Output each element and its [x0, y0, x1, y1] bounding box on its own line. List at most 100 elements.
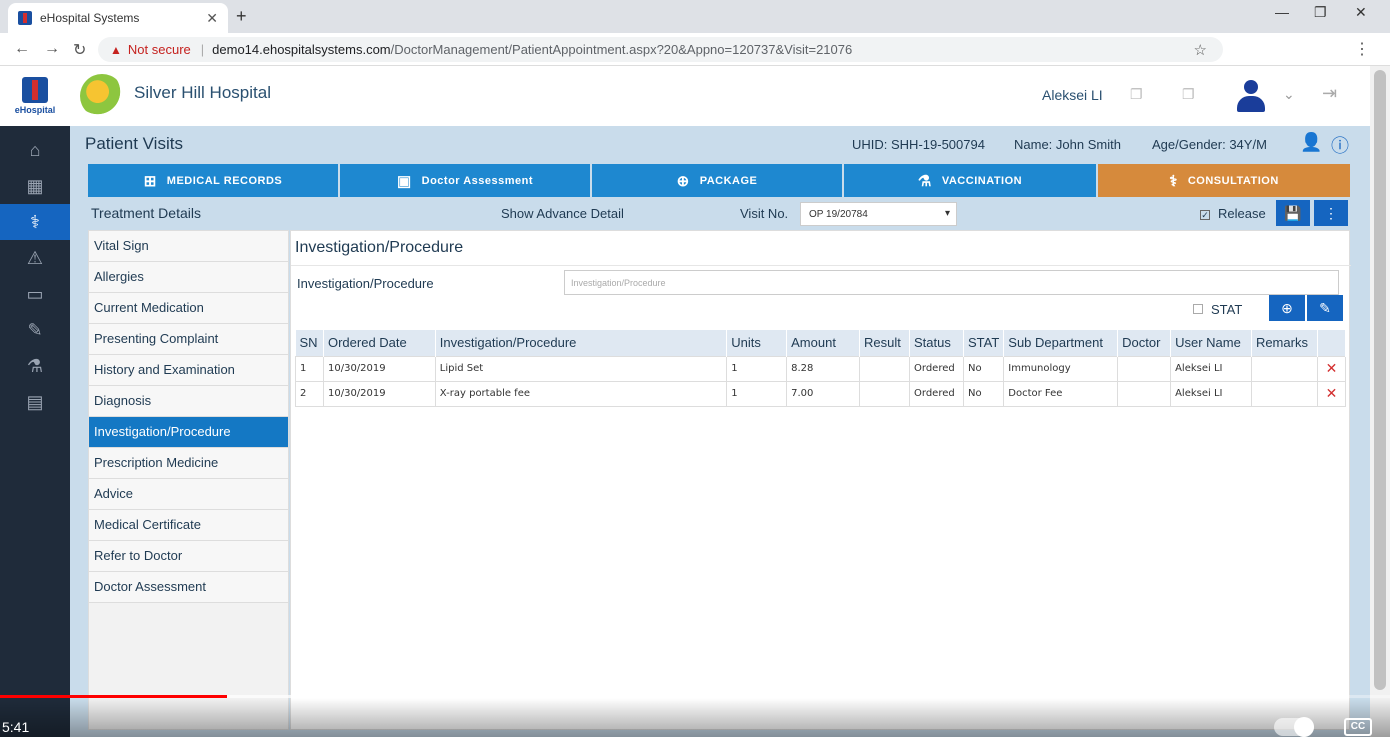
table-cell: Ordered	[909, 380, 964, 407]
copy-icon[interactable]: ❐	[1182, 86, 1195, 103]
side-item[interactable]: Allergies	[89, 262, 288, 293]
column-header[interactable]: Investigation/Procedure	[435, 330, 728, 356]
bed-icon[interactable]: ▭	[0, 276, 70, 312]
minimize-icon[interactable]: —	[1275, 4, 1289, 20]
close-tab-icon[interactable]: ✕	[206, 10, 218, 27]
table-cell: 1	[295, 355, 324, 382]
column-header[interactable]: Status	[909, 330, 964, 356]
hospital-name: Silver Hill Hospital	[134, 83, 271, 102]
stat-checkbox[interactable]: STAT	[1193, 302, 1242, 317]
tab-medical-records[interactable]: ⊞ MEDICAL RECORDS	[88, 164, 340, 197]
side-item[interactable]: Presenting Complaint	[89, 324, 288, 355]
browser-tab[interactable]: eHospital Systems ✕	[8, 3, 228, 33]
column-header[interactable]: Amount	[786, 330, 861, 356]
assessment-icon: ▣	[396, 172, 412, 190]
back-icon[interactable]: ←	[14, 40, 30, 58]
table-cell: 1	[726, 355, 788, 382]
chevron-down-icon[interactable]: ⌄	[1283, 86, 1295, 103]
tab-doctor-assessment[interactable]: ▣ Doctor Assessment	[340, 164, 592, 197]
side-item[interactable]: Refer to Doctor	[89, 541, 288, 572]
syringe-icon[interactable]: ✎	[0, 312, 70, 348]
app: eHospital ⌂ ▦ ⚕ ⚠ ▭ ✎ ⚗ ▤ Silver Hill Ho…	[0, 66, 1390, 737]
side-item[interactable]: Doctor Assessment	[89, 572, 288, 603]
avatar[interactable]	[1236, 80, 1266, 114]
home-icon[interactable]: ⌂	[0, 132, 70, 168]
table-cell: 10/30/2019	[322, 355, 436, 382]
clear-button[interactable]: ✎	[1307, 295, 1343, 321]
column-header[interactable]: Sub Department	[1003, 330, 1119, 356]
column-header[interactable]	[1317, 330, 1347, 356]
logout-icon[interactable]: ⇥	[1322, 83, 1337, 104]
investigation-table: SN Ordered Date Investigation/Procedure Uni…	[295, 330, 1347, 407]
column-header[interactable]: Ordered Date	[323, 330, 436, 356]
column-header[interactable]: STAT	[963, 330, 1005, 356]
table-cell	[1250, 355, 1318, 382]
table-cell	[859, 380, 911, 407]
ehospital-logo[interactable]: eHospital	[0, 66, 70, 126]
info-icon[interactable]: ⓘ	[1331, 132, 1349, 158]
section-title: Investigation/Procedure	[295, 239, 464, 256]
new-tab-icon[interactable]: +	[236, 6, 247, 27]
patient-icon[interactable]: 👤	[1300, 132, 1322, 153]
delete-cell[interactable]: ✕	[1316, 380, 1347, 407]
tab-package[interactable]: ⊕ PACKAGE	[592, 164, 844, 197]
tab-consultation[interactable]: ⚕ CONSULTATION	[1098, 164, 1350, 197]
reload-icon[interactable]: ↻	[73, 40, 86, 60]
delete-icon[interactable]: ✕	[1326, 361, 1338, 377]
favicon-icon	[18, 11, 32, 25]
table-cell	[1117, 380, 1172, 407]
tab-vaccination[interactable]: ⚗ VACCINATION	[844, 164, 1098, 197]
patient-name: Name: John Smith	[1014, 137, 1121, 152]
show-advance-detail-link[interactable]: Show Advance Detail	[501, 206, 624, 221]
flask-icon[interactable]: ⚗	[0, 348, 70, 384]
address-bar: ← → ↻ ▲ Not secure | demo14.ehospitalsys…	[0, 33, 1390, 66]
delete-icon[interactable]: ✕	[1326, 386, 1338, 402]
side-item[interactable]: Investigation/Procedure	[89, 417, 288, 448]
autoplay-toggle[interactable]	[1274, 717, 1314, 737]
side-item[interactable]: Advice	[89, 479, 288, 510]
captions-button[interactable]: CC	[1344, 718, 1372, 736]
column-header[interactable]: Remarks	[1251, 330, 1318, 356]
not-secure-label: Not secure	[127, 42, 191, 57]
column-header[interactable]: SN	[295, 330, 324, 356]
checkbox-checked-icon[interactable]: ✓	[1200, 210, 1210, 220]
url-field[interactable]: ▲ Not secure | demo14.ehospitalsystems.c…	[98, 37, 1223, 62]
column-header[interactable]: Result	[859, 330, 911, 356]
side-item[interactable]: Diagnosis	[89, 386, 288, 417]
column-header[interactable]: Doctor	[1117, 330, 1172, 356]
side-item[interactable]: Medical Certificate	[89, 510, 288, 541]
alarm-icon[interactable]: ⚠	[0, 240, 70, 276]
column-header[interactable]: User Name	[1170, 330, 1252, 356]
report-icon[interactable]: ▤	[0, 384, 70, 420]
browser-menu-icon[interactable]: ⋮	[1354, 39, 1370, 59]
app-header: Silver Hill Hospital Aleksei LI ❐ ❐ ⌄ ⇥	[70, 66, 1370, 126]
visit-label: Visit No.	[740, 206, 789, 221]
video-progress-bar[interactable]	[0, 695, 227, 698]
visit-select[interactable]: OP 19/20784	[800, 202, 957, 226]
side-item[interactable]: History and Examination	[89, 355, 288, 386]
page-scrollbar[interactable]	[1370, 66, 1390, 737]
save-button[interactable]: 💾	[1276, 200, 1310, 226]
calendar-icon[interactable]: ▦	[0, 168, 70, 204]
forward-icon[interactable]: →	[44, 40, 60, 58]
bookmark-star-icon[interactable]: ☆	[1194, 41, 1207, 59]
url-path: /DoctorManagement/PatientAppointment.asp…	[390, 42, 853, 57]
side-item[interactable]: Current Medication	[89, 293, 288, 324]
scrollbar-thumb[interactable]	[1374, 70, 1386, 690]
more-options-button[interactable]: ⋮	[1314, 200, 1348, 226]
add-button[interactable]: ⊕	[1269, 295, 1305, 321]
side-item[interactable]: Vital Sign	[89, 231, 288, 262]
maximize-icon[interactable]: ❐	[1314, 4, 1327, 21]
left-nav: eHospital ⌂ ▦ ⚕ ⚠ ▭ ✎ ⚗ ▤	[0, 66, 70, 737]
investigation-input[interactable]: Investigation/Procedure	[564, 270, 1339, 295]
close-window-icon[interactable]: ✕	[1355, 4, 1367, 21]
side-item[interactable]: Prescription Medicine	[89, 448, 288, 479]
document-icon[interactable]: ❐	[1130, 86, 1143, 103]
column-header[interactable]: Units	[726, 330, 788, 356]
release-checkbox[interactable]: ✓ Release	[1200, 206, 1266, 221]
treatment-bar: Treatment Details Show Advance Detail Vi…	[88, 200, 1350, 226]
user-name[interactable]: Aleksei LI	[1042, 87, 1103, 103]
doctor-icon[interactable]: ⚕	[0, 204, 70, 240]
delete-cell[interactable]: ✕	[1316, 355, 1347, 382]
checkbox-icon[interactable]	[1193, 304, 1203, 314]
